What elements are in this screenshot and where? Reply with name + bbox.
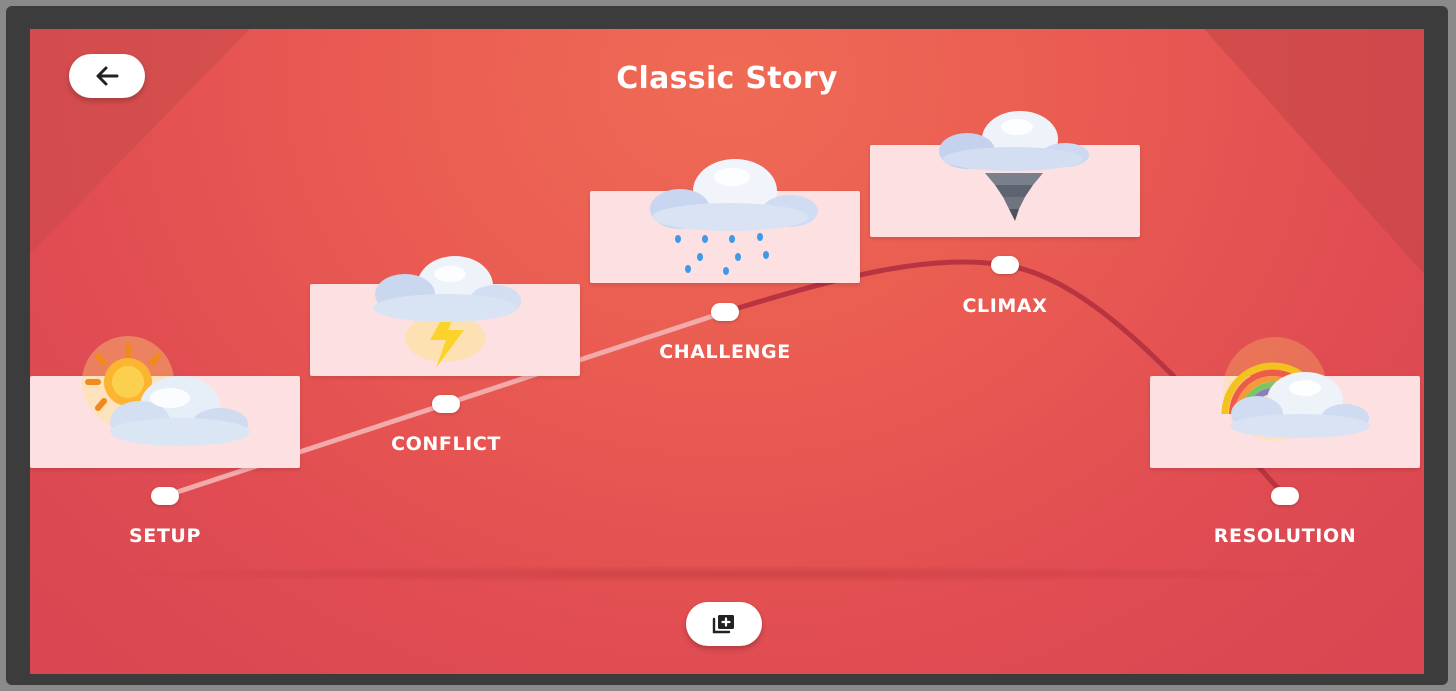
stage-card-resolution[interactable]	[1150, 337, 1420, 468]
lightning-cloud-icon	[373, 256, 521, 368]
floor-shadow	[110, 566, 1340, 582]
stage-node-challenge[interactable]	[711, 303, 739, 321]
stage-card-conflict[interactable]	[310, 256, 580, 376]
rain-cloud-icon	[650, 159, 818, 275]
add-to-queue-icon	[712, 615, 734, 634]
stage-label-conflict: CONFLICT	[391, 433, 501, 455]
rainbow-cloud-icon	[1221, 337, 1370, 441]
stage-node-resolution[interactable]	[1271, 487, 1299, 505]
stage-label-challenge: CHALLENGE	[659, 341, 791, 363]
stage-card-setup[interactable]	[30, 336, 300, 468]
stage-node-climax[interactable]	[991, 256, 1019, 274]
add-stage-button[interactable]	[686, 602, 762, 646]
stage-label-resolution: RESOLUTION	[1213, 525, 1357, 547]
stage-label-climax: CLIMAX	[962, 295, 1048, 317]
stage-node-conflict[interactable]	[432, 395, 460, 413]
stage-node-setup[interactable]	[151, 487, 179, 505]
tornado-cloud-icon	[939, 111, 1089, 221]
stage-card-challenge[interactable]	[590, 159, 860, 283]
sun-cloud-icon	[82, 336, 250, 446]
stage-card-climax[interactable]	[870, 111, 1140, 237]
stage-label-setup: SETUP	[129, 525, 201, 547]
story-arc-screen: Classic Story SETUP CONFLICT CHALLENGE C…	[30, 29, 1424, 674]
